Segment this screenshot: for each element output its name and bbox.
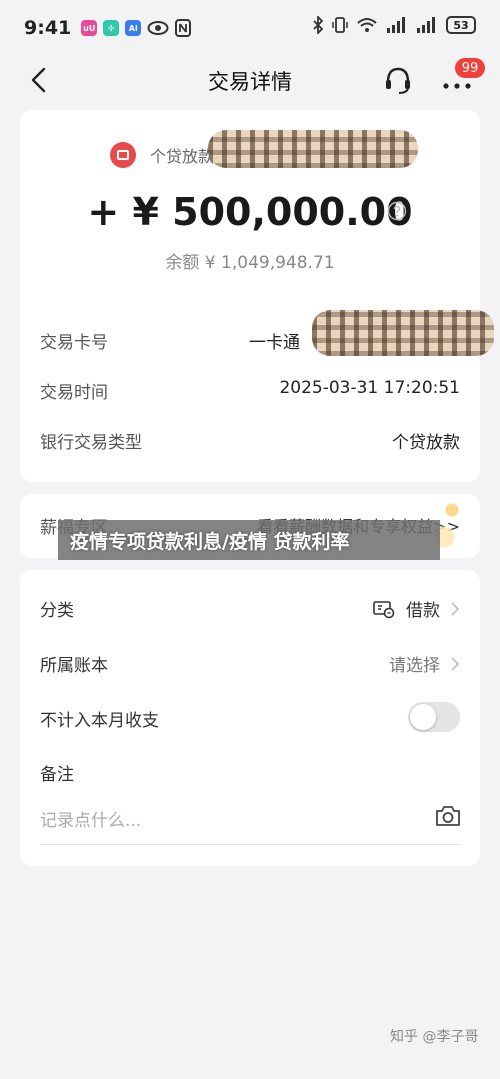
merchant-row: 个贷放款 <box>110 142 214 168</box>
transaction-summary-card: 个贷放款 + ¥ 500,000.00 余额 ¥ 1,049,948.71 交易… <box>20 110 494 482</box>
redaction-mosaic <box>208 130 418 168</box>
nav-bar: 交易详情 <box>0 56 500 104</box>
status-time: 9:41 <box>24 17 72 39</box>
question-icon[interactable] <box>387 201 407 221</box>
customer-service-icon[interactable] <box>383 64 413 96</box>
soul-app-icon: uU <box>81 20 98 36</box>
category-label: 分类 <box>40 601 74 621</box>
battery-indicator: 53 <box>446 16 476 34</box>
note-divider <box>40 844 460 845</box>
note-row: 备注 <box>40 756 460 786</box>
account-book-value: 请选择 <box>389 656 440 676</box>
wifi-icon <box>357 18 377 32</box>
transaction-time-row: 交易时间 2025-03-31 17:20:51 <box>40 378 460 404</box>
vibrate-icon <box>332 17 348 33</box>
account-book-row[interactable]: 所属账本 请选择 <box>40 647 460 677</box>
notification-badge: 99 <box>455 58 485 78</box>
merchant-name: 个贷放款 <box>150 147 215 166</box>
redaction-mosaic <box>312 310 494 356</box>
signal-icon-sim1 <box>387 17 405 33</box>
footer-watermark: 知乎 @李子哥 <box>390 1029 479 1045</box>
card-number-label: 交易卡号 <box>40 333 108 353</box>
exclude-monthly-toggle[interactable] <box>408 702 460 732</box>
chevron-right-icon <box>451 656 460 671</box>
account-balance: 余额 ¥ 1,049,948.71 <box>165 253 335 273</box>
watermark-banner: 疫情专项贷款利息/疫情 贷款利率 <box>58 520 440 560</box>
exclude-monthly-row: 不计入本月收支 <box>40 702 460 732</box>
card-number-value: 一卡通 <box>249 333 300 353</box>
transaction-type-row: 银行交易类型 个贷放款 <box>40 428 460 454</box>
exclude-monthly-label: 不计入本月收支 <box>40 711 159 731</box>
loan-category-icon <box>373 600 395 618</box>
grid-app-icon: ✣ <box>103 20 120 36</box>
details-card: 分类 借款 所属账本 请选择 不计入本月收支 备注 记录点什么... <box>20 570 480 866</box>
transaction-type-label: 银行交易类型 <box>40 433 142 453</box>
ai-app-icon: Ai <box>125 20 142 36</box>
signal-icon-sim2 <box>417 17 435 33</box>
card-icon <box>110 142 136 168</box>
camera-icon[interactable] <box>434 804 462 828</box>
status-right: 53 <box>312 16 476 34</box>
account-book-label: 所属账本 <box>40 656 108 676</box>
transaction-type-value: 个贷放款 <box>392 433 460 453</box>
bluetooth-icon <box>313 16 324 34</box>
transaction-time-label: 交易时间 <box>40 383 108 403</box>
status-bar: 9:41 uU ✣ Ai 53 <box>0 0 500 56</box>
category-row[interactable]: 分类 借款 <box>40 592 460 622</box>
chevron-right-icon <box>451 601 460 616</box>
eye-icon <box>147 21 169 35</box>
status-app-icons: uU ✣ Ai <box>81 19 192 37</box>
note-input[interactable]: 记录点什么... <box>40 806 141 831</box>
transaction-time-value: 2025-03-31 17:20:51 <box>279 378 460 398</box>
page-title: 交易详情 <box>208 70 292 94</box>
toggle-knob <box>410 704 436 730</box>
note-label: 备注 <box>40 765 74 785</box>
category-value: 借款 <box>406 601 440 621</box>
nfc-icon <box>175 19 192 37</box>
transaction-amount: + ¥ 500,000.00 <box>87 190 413 234</box>
